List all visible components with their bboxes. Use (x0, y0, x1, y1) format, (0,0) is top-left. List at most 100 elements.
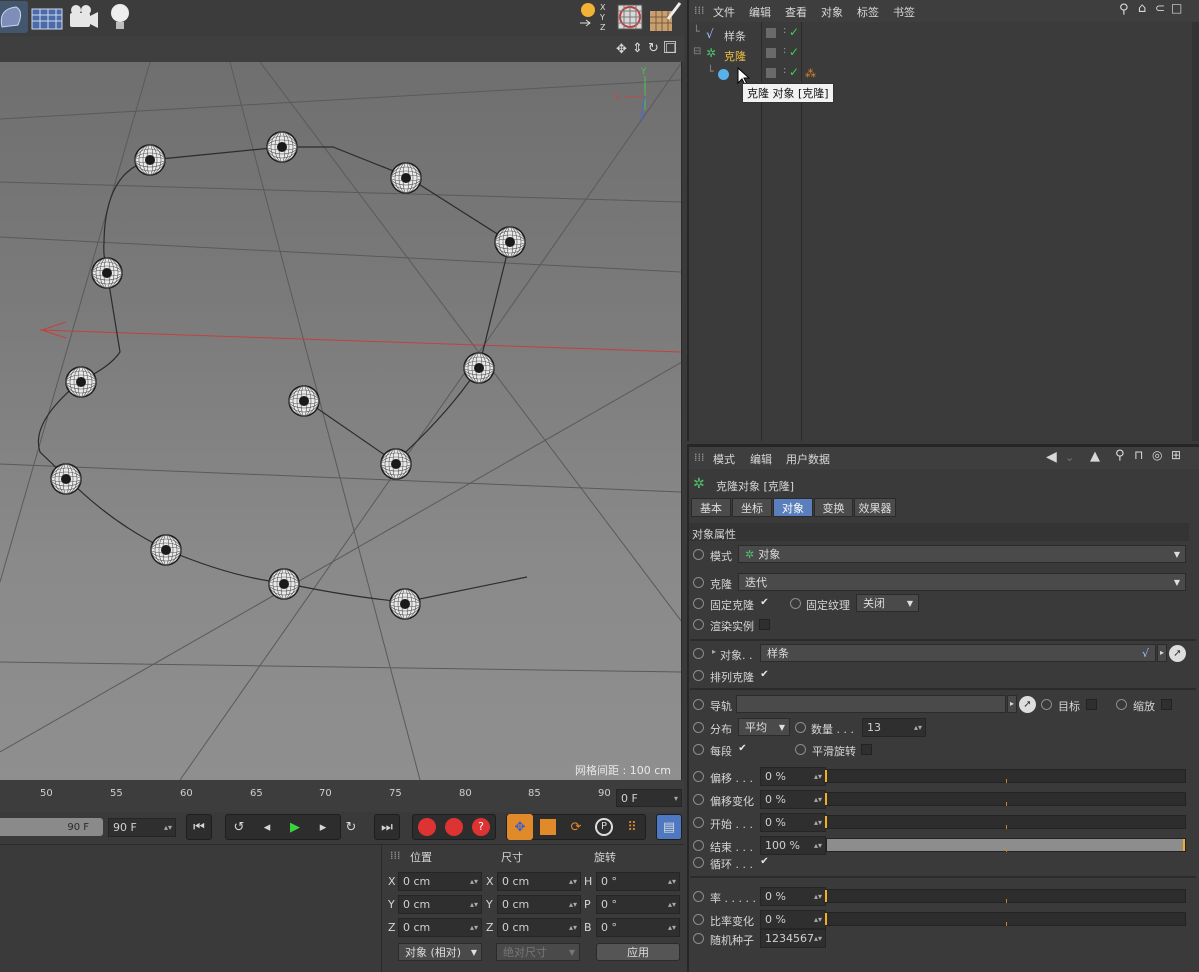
minimize-icon[interactable]: □ (1171, 1, 1182, 15)
rate_var-slider[interactable] (825, 912, 1186, 926)
smooth-rotation-checkbox[interactable] (861, 744, 872, 755)
object-row-cloner[interactable]: ⊟ ✲ 克隆 : ✓ (689, 45, 1189, 65)
auto-key-icon[interactable] (441, 814, 467, 840)
expand-arrow-icon[interactable]: ▸ (712, 647, 716, 656)
menu-item[interactable]: 书签 (893, 4, 915, 20)
rotate-view-icon[interactable]: ↻ (648, 41, 659, 56)
rotation-field[interactable]: 0 ° ▴▾ (596, 918, 680, 937)
target-checkbox[interactable] (1086, 699, 1097, 710)
size-mode-dropdown[interactable]: 绝对尺寸 ▼ (496, 943, 580, 961)
rotation-field[interactable]: 0 ° ▴▾ (596, 895, 680, 914)
start-field[interactable]: 0 % ▴▾ (760, 813, 826, 832)
tab-1[interactable]: 坐标 (732, 498, 772, 517)
position-track-icon[interactable]: ✥ (507, 814, 533, 840)
menu-item[interactable]: 文件 (713, 4, 735, 20)
layer-icon[interactable] (766, 28, 776, 38)
xyz-axis-toggle-icon[interactable]: XYZ (576, 1, 610, 33)
enabled-check-icon[interactable]: ✓ (789, 45, 799, 59)
clone-sphere[interactable] (134, 144, 166, 176)
link-icon[interactable]: ⊂ (1155, 1, 1165, 15)
light-bulb-icon[interactable] (104, 1, 138, 33)
arrange-anim-radio[interactable] (693, 670, 704, 681)
attr-menu-item[interactable]: 编辑 (750, 451, 772, 467)
clone-dropdown[interactable]: 迭代 ▼ (738, 573, 1186, 591)
maximize-view-icon[interactable]: □ (664, 41, 676, 53)
visibility-dots[interactable]: : (783, 65, 786, 76)
dist-anim-radio[interactable] (693, 722, 704, 733)
clone-sphere[interactable] (266, 131, 298, 163)
offset_var-slider[interactable] (825, 792, 1186, 806)
clone-sphere[interactable] (390, 162, 422, 194)
new-manager-icon[interactable]: ⊞ (1171, 448, 1181, 462)
rate_var-field[interactable]: 0 % ▴▾ (760, 910, 826, 929)
up-arrow-icon[interactable]: ▲ (1090, 449, 1100, 464)
parameter-track-icon[interactable]: P (591, 814, 617, 840)
clone-sphere[interactable] (380, 448, 412, 480)
clone-anim-radio[interactable] (693, 577, 704, 588)
menu-item[interactable]: 标签 (857, 4, 879, 20)
offset-slider-knob[interactable] (825, 770, 827, 782)
history-icon[interactable]: ⌄ (1065, 451, 1074, 464)
layer-icon[interactable] (766, 48, 776, 58)
rate-field[interactable]: 0 % ▴▾ (760, 887, 826, 906)
seed-field[interactable]: 1234567 ▴▾ (760, 929, 826, 948)
scale-anim-radio[interactable] (1116, 699, 1127, 710)
current-frame-field[interactable]: 0 F ▾ (616, 789, 682, 807)
attr-search-icon[interactable]: ⚲ (1115, 448, 1125, 463)
seed-anim-radio[interactable] (693, 933, 704, 944)
timeline-icon[interactable]: ▤ (656, 814, 682, 840)
object-link-field[interactable]: 样条 √ (760, 644, 1156, 662)
zoom-view-icon[interactable]: ⇕ (632, 41, 643, 56)
objmgr-scrollbar[interactable] (1192, 22, 1199, 441)
next-frame-icon[interactable]: ▸ (310, 814, 336, 840)
clone-sphere[interactable] (288, 385, 320, 417)
distribution-dropdown[interactable]: 平均 ▼ (738, 718, 790, 736)
move-view-icon[interactable]: ✥ (616, 42, 627, 57)
paint-brush-icon[interactable] (648, 1, 682, 33)
scale-checkbox[interactable] (1161, 699, 1172, 710)
next-key-icon[interactable]: ↻ (338, 814, 364, 840)
menu-item[interactable]: 查看 (785, 4, 807, 20)
visibility-dots[interactable]: : (783, 45, 786, 56)
object-row-sphere[interactable]: └ : ✓ ⁂ (689, 65, 1189, 85)
prev-frame-icon[interactable]: ◂ (254, 814, 280, 840)
record-key-icon[interactable] (414, 814, 440, 840)
rail-anim-radio[interactable] (693, 699, 704, 710)
checkerboard-material-icon[interactable] (612, 1, 646, 33)
fixclone-checkbox[interactable]: ✔ (759, 598, 770, 609)
visibility-dots[interactable]: : (783, 25, 786, 36)
collapse-toggle-icon[interactable]: ⊟ (693, 46, 701, 57)
tab-3[interactable]: 变换 (814, 498, 853, 517)
pick-rail-icon[interactable]: ➚ (1019, 696, 1036, 713)
clone-sphere[interactable] (65, 366, 97, 398)
size-field[interactable]: 0 cm ▴▾ (497, 895, 581, 914)
end-slider[interactable] (826, 838, 1186, 852)
rate-slider[interactable] (825, 889, 1186, 903)
end-anim-radio[interactable] (693, 840, 704, 851)
play-icon[interactable]: ▶ (282, 814, 308, 840)
scale-track-icon[interactable] (535, 814, 561, 840)
layer-icon[interactable] (766, 68, 776, 78)
menu-item[interactable]: 对象 (821, 4, 843, 20)
object-link-menu-button[interactable]: ▸ (1157, 644, 1167, 662)
offset-slider[interactable] (825, 769, 1186, 783)
rail-link-menu-button[interactable]: ▸ (1007, 695, 1017, 713)
every-anim-radio[interactable] (693, 744, 704, 755)
clone-sphere[interactable] (268, 568, 300, 600)
every-segment-checkbox[interactable]: ✔ (737, 744, 748, 755)
position-field[interactable]: 0 cm ▴▾ (398, 872, 482, 891)
tab-4[interactable]: 效果器 (854, 498, 896, 517)
count-anim-radio[interactable] (795, 722, 806, 733)
target-icon[interactable]: ◎ (1152, 448, 1162, 462)
fixtex-anim-radio[interactable] (790, 598, 801, 609)
render-anim-radio[interactable] (693, 619, 704, 630)
rate-slider-knob[interactable] (825, 890, 827, 902)
attr-menu-item[interactable]: 模式 (713, 451, 735, 467)
offset_var-slider-knob[interactable] (825, 793, 827, 805)
end-frame-field[interactable]: 90 F ▴▾ (108, 818, 176, 837)
render-instances-checkbox[interactable] (759, 619, 770, 630)
object-anim-radio[interactable] (693, 648, 704, 659)
offset_var-field[interactable]: 0 % ▴▾ (760, 790, 826, 809)
count-field[interactable]: 13 ▴▾ (862, 718, 926, 737)
spline-tool-icon[interactable] (0, 1, 28, 33)
